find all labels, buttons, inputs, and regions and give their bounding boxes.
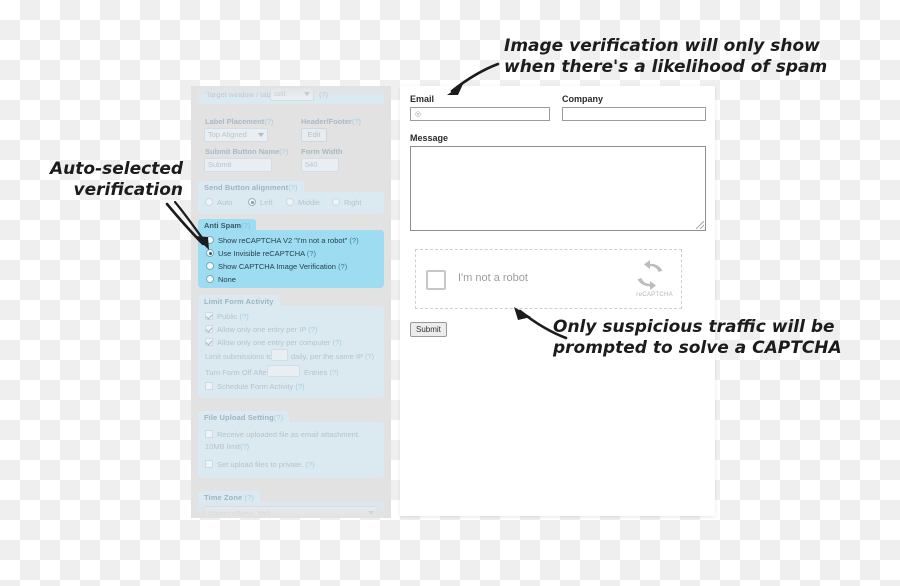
header-footer-help-icon[interactable]: (?) — [352, 117, 361, 126]
checkbox-public-label: Public (?) — [217, 312, 249, 321]
company-label: Company — [562, 94, 604, 104]
target-window-select[interactable]: self — [270, 87, 314, 101]
label-placement-label: Label Placement(?) — [205, 117, 274, 126]
annotation-top: Image verification will only show when t… — [504, 36, 828, 78]
radio-invisible-recaptcha-label: Use Invisible reCAPTCHA (?) — [218, 249, 316, 258]
checkbox-schedule-form-activity-label: Schedule Form Activity (?) — [217, 382, 305, 391]
checkbox-one-entry-per-computer-label: Allow only one entry per computer (?) — [217, 338, 342, 347]
checkbox-one-entry-per-computer[interactable] — [205, 338, 213, 346]
send-button-alignment-help-icon[interactable]: (?) — [288, 183, 297, 192]
checkbox-schedule-form-activity[interactable] — [205, 382, 213, 390]
annotation-bottom: Only suspicious traffic will be prompted… — [553, 317, 842, 359]
checkbox-receive-upload-as-attachment-label-line2: 10MB limit(?) — [205, 442, 250, 451]
radio-captcha-image-verification[interactable] — [206, 262, 214, 270]
checkbox-set-upload-private-label: Set upload files to private. (?) — [217, 460, 315, 469]
submit-button-name-label: Submit Button Name(?) — [205, 147, 289, 156]
recaptcha-logo-icon — [637, 260, 663, 290]
submit-button-name-input[interactable]: Submit — [204, 158, 272, 172]
submit-button-name-help-icon[interactable]: (?) — [279, 147, 288, 156]
turn-form-off-prefix: Turn Form Off After — [205, 368, 270, 377]
screenshot-canvas: Target window / tab: self (?) Label Plac… — [0, 0, 900, 586]
form-settings-panel: Target window / tab: self (?) Label Plac… — [191, 86, 391, 518]
label-placement-help-icon[interactable]: (?) — [264, 117, 273, 126]
form-width-label: Form Width — [301, 147, 343, 156]
chevron-down-icon — [368, 511, 374, 515]
chevron-down-icon — [304, 92, 310, 96]
checkbox-one-entry-per-ip-label: Allow only one entry per IP (?) — [217, 325, 318, 334]
annotation-left: Auto-selected verification — [50, 159, 184, 201]
recaptcha-widget[interactable]: I'm not a robot reCAPTCHA — [415, 249, 682, 309]
radio-anti-spam-none-label: None — [218, 275, 236, 284]
label-placement-select[interactable]: Top Aligned — [204, 128, 268, 142]
time-zone-help-icon[interactable]: (?) — [244, 493, 253, 502]
radio-align-middle-label: Middle — [298, 198, 321, 207]
recaptcha-label: I'm not a robot — [458, 272, 528, 284]
limit-submissions-input[interactable] — [271, 349, 288, 361]
at-icon: ◎ — [414, 111, 422, 118]
anti-spam-help-icon[interactable]: (?) — [241, 221, 250, 230]
radio-anti-spam-none[interactable] — [206, 275, 214, 283]
radio-align-left-label: Left — [260, 198, 273, 207]
target-window-label: Target window / tab: — [206, 90, 273, 99]
form-width-input[interactable]: 540 — [301, 158, 339, 172]
time-zone-value: America/New_York — [208, 509, 272, 518]
time-zone-select[interactable]: America/New_York — [204, 506, 378, 518]
target-window-help-icon[interactable]: (?) — [319, 90, 328, 99]
file-upload-help-icon[interactable]: (?) — [274, 413, 283, 422]
turn-form-off-suffix: Entries (?) — [304, 368, 339, 377]
submit-button[interactable]: Submit — [410, 322, 447, 337]
limit-submissions-suffix: daily, per the same IP (?) — [291, 352, 375, 361]
recaptcha-checkbox[interactable] — [426, 270, 446, 290]
message-textarea[interactable] — [410, 146, 706, 231]
radio-captcha-image-verification-label: Show CAPTCHA Image Verification (?) — [218, 262, 348, 271]
header-footer-label: Header/Footer(?) — [301, 117, 362, 126]
recaptcha-brand-label: reCAPTCHA — [636, 292, 673, 298]
header-footer-edit-button[interactable]: Edit — [301, 128, 327, 142]
arrow-to-recaptcha — [514, 307, 568, 340]
radio-align-right-label: Right — [344, 198, 362, 207]
checkbox-one-entry-per-ip[interactable] — [205, 325, 213, 333]
chevron-down-icon — [258, 133, 264, 137]
email-field[interactable] — [410, 107, 550, 121]
arrow-to-anti-spam — [165, 200, 209, 250]
limit-submissions-prefix: Limit submissions to — [205, 352, 273, 361]
radio-align-right[interactable] — [332, 198, 340, 206]
radio-recaptcha-v2-label: Show reCAPTCHA V2 "I'm not a robot" (?) — [218, 236, 359, 245]
arrow-to-email-field — [447, 62, 500, 95]
radio-align-middle[interactable] — [286, 198, 294, 206]
company-field[interactable] — [562, 107, 706, 121]
message-label: Message — [410, 133, 449, 143]
radio-align-left[interactable] — [248, 198, 256, 206]
turn-form-off-input[interactable] — [267, 365, 300, 377]
label-placement-value: Top Aligned — [208, 130, 247, 139]
resize-handle-icon[interactable] — [696, 221, 704, 229]
checkbox-public[interactable] — [205, 312, 213, 320]
checkbox-receive-upload-as-attachment-label-line1: Receive uploaded file as email attachmen… — [217, 430, 360, 439]
checkbox-set-upload-private[interactable] — [205, 460, 213, 468]
target-window-value: self — [274, 89, 286, 98]
checkbox-receive-upload-as-attachment[interactable] — [205, 430, 213, 438]
